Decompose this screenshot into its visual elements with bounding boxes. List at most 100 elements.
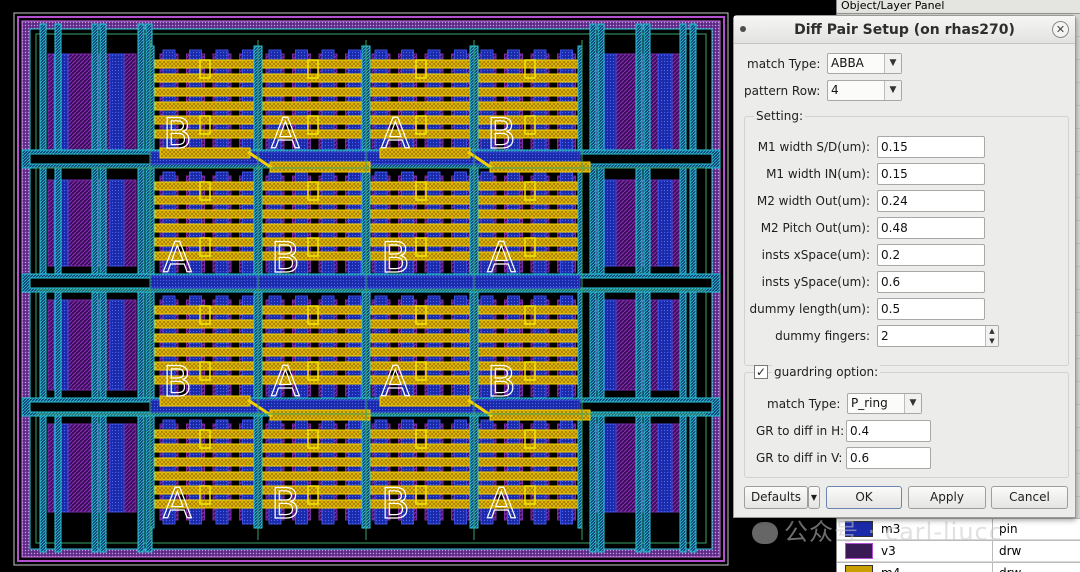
apply-button[interactable]: Apply xyxy=(908,486,986,509)
device-poly xyxy=(257,291,263,405)
guardring-checkbox[interactable]: ✓ xyxy=(754,365,768,379)
device-label: B xyxy=(487,357,516,406)
device-poly xyxy=(253,45,259,159)
device-poly xyxy=(253,291,259,405)
chevron-down-icon: ▼ xyxy=(904,394,921,413)
device-poly xyxy=(473,415,479,529)
checkmark-icon: ✓ xyxy=(755,365,767,379)
device-poly xyxy=(469,415,475,529)
match-type-select[interactable]: ABBA ▼ xyxy=(827,53,902,74)
device-poly xyxy=(365,45,371,159)
m1-width-sd-field[interactable]: 0.15 xyxy=(877,136,985,158)
device-poly xyxy=(577,167,583,281)
layer-row-v3[interactable]: v3 drw xyxy=(837,540,1080,561)
device-poly xyxy=(253,167,259,281)
dummy-length-field[interactable]: 0.5 xyxy=(877,298,985,320)
spin-arrows-icon[interactable]: ▲ ▼ xyxy=(985,326,998,346)
dialog-titlebar[interactable]: Diff Pair Setup (on rhas270) ✕ xyxy=(734,16,1075,44)
setting-group-label: Setting: xyxy=(754,109,806,123)
gr-diff-v-label: GR to diff in V: xyxy=(756,451,843,465)
dummy-metal1 xyxy=(109,423,125,513)
crossover-metal2 xyxy=(269,161,371,173)
device-label: A xyxy=(271,109,300,158)
gr-match-type-value: P_ring xyxy=(851,396,888,410)
device-poly xyxy=(361,167,367,281)
device-poly xyxy=(469,45,475,159)
layer-row-m4[interactable]: m4 drw xyxy=(837,562,1080,572)
layer-swatch-icon xyxy=(845,543,873,559)
layer-name: m4 xyxy=(873,563,993,572)
insts-yspace-label: insts ySpace(um): xyxy=(761,275,870,289)
dummy-fingers-spinbox[interactable]: 2 ▲ ▼ xyxy=(877,325,999,347)
device-label: A xyxy=(163,479,192,528)
device-label: A xyxy=(381,109,410,158)
device-poly xyxy=(253,415,259,529)
layer-purpose: drw xyxy=(999,544,1022,558)
dummy-metal1 xyxy=(657,299,673,391)
gr-match-type-label: match Type: xyxy=(767,397,841,411)
pattern-row-select[interactable]: 4 ▼ xyxy=(827,80,902,101)
m1-width-in-field[interactable]: 0.15 xyxy=(877,163,985,185)
device-poly xyxy=(361,291,367,405)
insts-xspace-label: insts xSpace(um): xyxy=(761,248,870,262)
gr-diff-h-field[interactable]: 0.4 xyxy=(846,420,931,442)
device-poly xyxy=(473,167,479,281)
device-poly xyxy=(577,415,583,529)
cancel-button[interactable]: Cancel xyxy=(991,486,1068,509)
dummy-metal1 xyxy=(109,53,125,155)
defaults-button[interactable]: Defaults xyxy=(744,486,808,509)
layer-swatch-icon xyxy=(845,565,873,572)
pattern-row-label: pattern Row: xyxy=(744,84,821,98)
layout-canvas[interactable]: B A A B A B B A B A A B A B B A xyxy=(0,0,740,572)
m2-pitch-out-field[interactable]: 0.48 xyxy=(877,217,985,239)
device-label: B xyxy=(381,479,410,528)
device-poly xyxy=(149,415,155,529)
device-poly xyxy=(365,167,371,281)
device-label: A xyxy=(163,233,192,282)
device-poly xyxy=(149,45,155,159)
screen: BAABABBABAABABBA Object/Layer Panel m3 p… xyxy=(0,0,1080,572)
device-poly xyxy=(149,167,155,281)
crossover-metal2 xyxy=(489,161,591,173)
device-poly xyxy=(577,45,583,159)
gr-diff-h-label: GR to diff in H: xyxy=(756,424,845,438)
guardring-label: guardring option: xyxy=(772,365,881,379)
device-poly xyxy=(469,167,475,281)
gr-diff-v-field[interactable]: 0.6 xyxy=(846,447,931,469)
insts-xspace-field[interactable]: 0.2 xyxy=(877,244,985,266)
diff-pair-setup-dialog: Diff Pair Setup (on rhas270) ✕ match Typ… xyxy=(733,15,1076,518)
device-label: B xyxy=(163,109,192,158)
wechat-icon xyxy=(752,522,778,544)
ok-button[interactable]: OK xyxy=(826,486,902,509)
dummy-fingers-label: dummy fingers: xyxy=(775,329,870,343)
device-label: B xyxy=(271,233,300,282)
chevron-down-icon: ▼ xyxy=(884,81,901,100)
dialog-title: Diff Pair Setup (on rhas270) xyxy=(794,22,1015,38)
dummy-length-label: dummy length(um): xyxy=(749,302,870,316)
layer-swatch-icon xyxy=(845,521,873,537)
chevron-down-icon: ▼ xyxy=(884,54,901,73)
gr-match-type-select[interactable]: P_ring ▼ xyxy=(847,393,922,414)
device-poly xyxy=(257,167,263,281)
device-label: A xyxy=(271,357,300,406)
pattern-row-value: 4 xyxy=(831,83,839,97)
device-label: B xyxy=(381,233,410,282)
dummy-metal1 xyxy=(657,179,673,267)
device-poly xyxy=(257,45,263,159)
match-type-value: ABBA xyxy=(831,56,864,70)
insts-yspace-field[interactable]: 0.6 xyxy=(877,271,985,293)
defaults-menu-button[interactable]: ▼ xyxy=(808,486,820,509)
device-poly xyxy=(361,415,367,529)
device-poly xyxy=(149,291,155,405)
layer-purpose: drw xyxy=(993,566,1021,572)
layer-row-m3[interactable]: m3 pin xyxy=(837,518,1080,539)
m2-width-out-field[interactable]: 0.24 xyxy=(877,190,985,212)
device-label: A xyxy=(487,479,516,528)
device-poly xyxy=(473,291,479,405)
close-button[interactable]: ✕ xyxy=(1052,21,1069,38)
device-label: A xyxy=(487,233,516,282)
m1-width-in-label: M1 width IN(um): xyxy=(766,167,870,181)
dummy-metal1 xyxy=(657,423,673,513)
chevron-down-icon: ▼ xyxy=(810,493,818,502)
device-poly xyxy=(577,291,583,405)
